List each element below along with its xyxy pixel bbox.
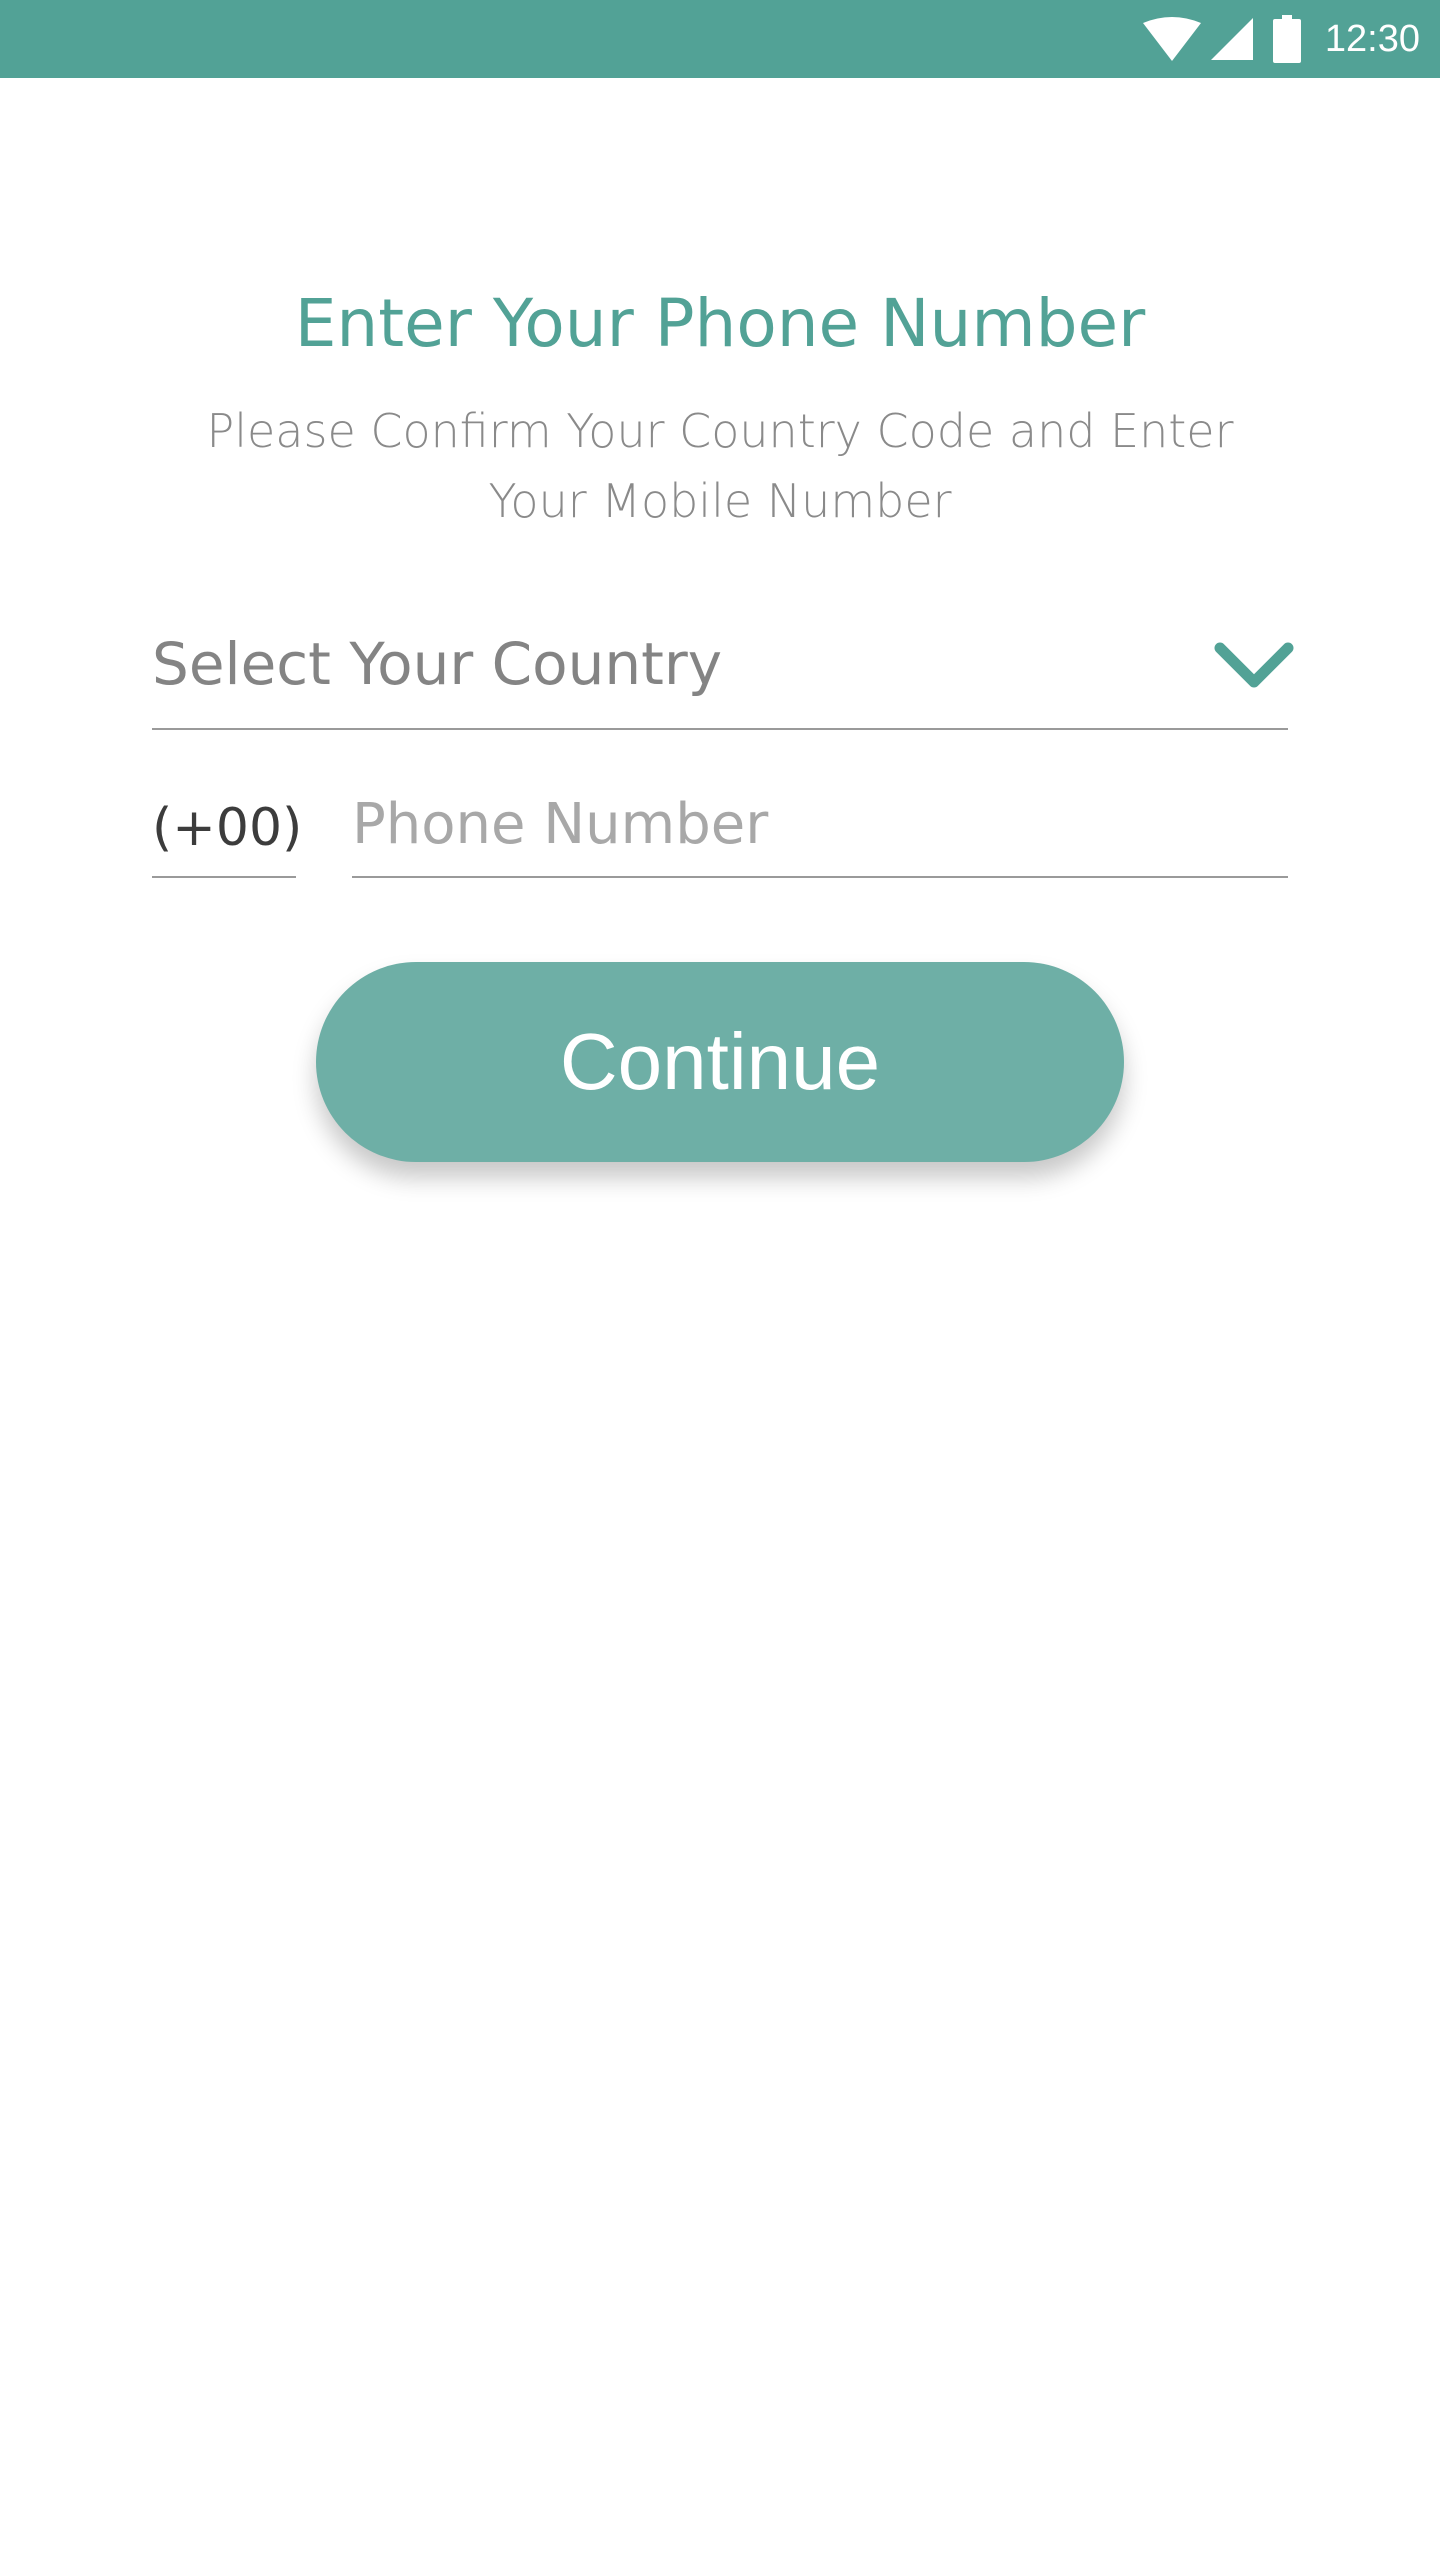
country-code-value: (+00): [152, 798, 303, 858]
page-subtitle: Please Confirm Your Country Code and Ent…: [206, 404, 1234, 528]
page-title: Enter Your Phone Number: [294, 285, 1146, 362]
cell-signal-icon: [1210, 18, 1253, 60]
status-clock: 12:30: [1324, 18, 1420, 60]
battery-icon: [1272, 15, 1301, 63]
status-bar: 12:30: [0, 0, 1440, 78]
country-code-field[interactable]: (+00): [152, 776, 302, 878]
wifi-icon: [1142, 17, 1201, 61]
country-select-label: Select Your Country: [152, 630, 723, 698]
continue-button[interactable]: Continue: [316, 962, 1124, 1162]
phone-number-input[interactable]: [352, 782, 1282, 866]
country-select[interactable]: Select Your Country: [152, 612, 1294, 730]
phone-number-field[interactable]: [352, 776, 1288, 878]
status-icons: 12:30: [1142, 0, 1420, 78]
chevron-down-icon[interactable]: [1212, 638, 1296, 699]
